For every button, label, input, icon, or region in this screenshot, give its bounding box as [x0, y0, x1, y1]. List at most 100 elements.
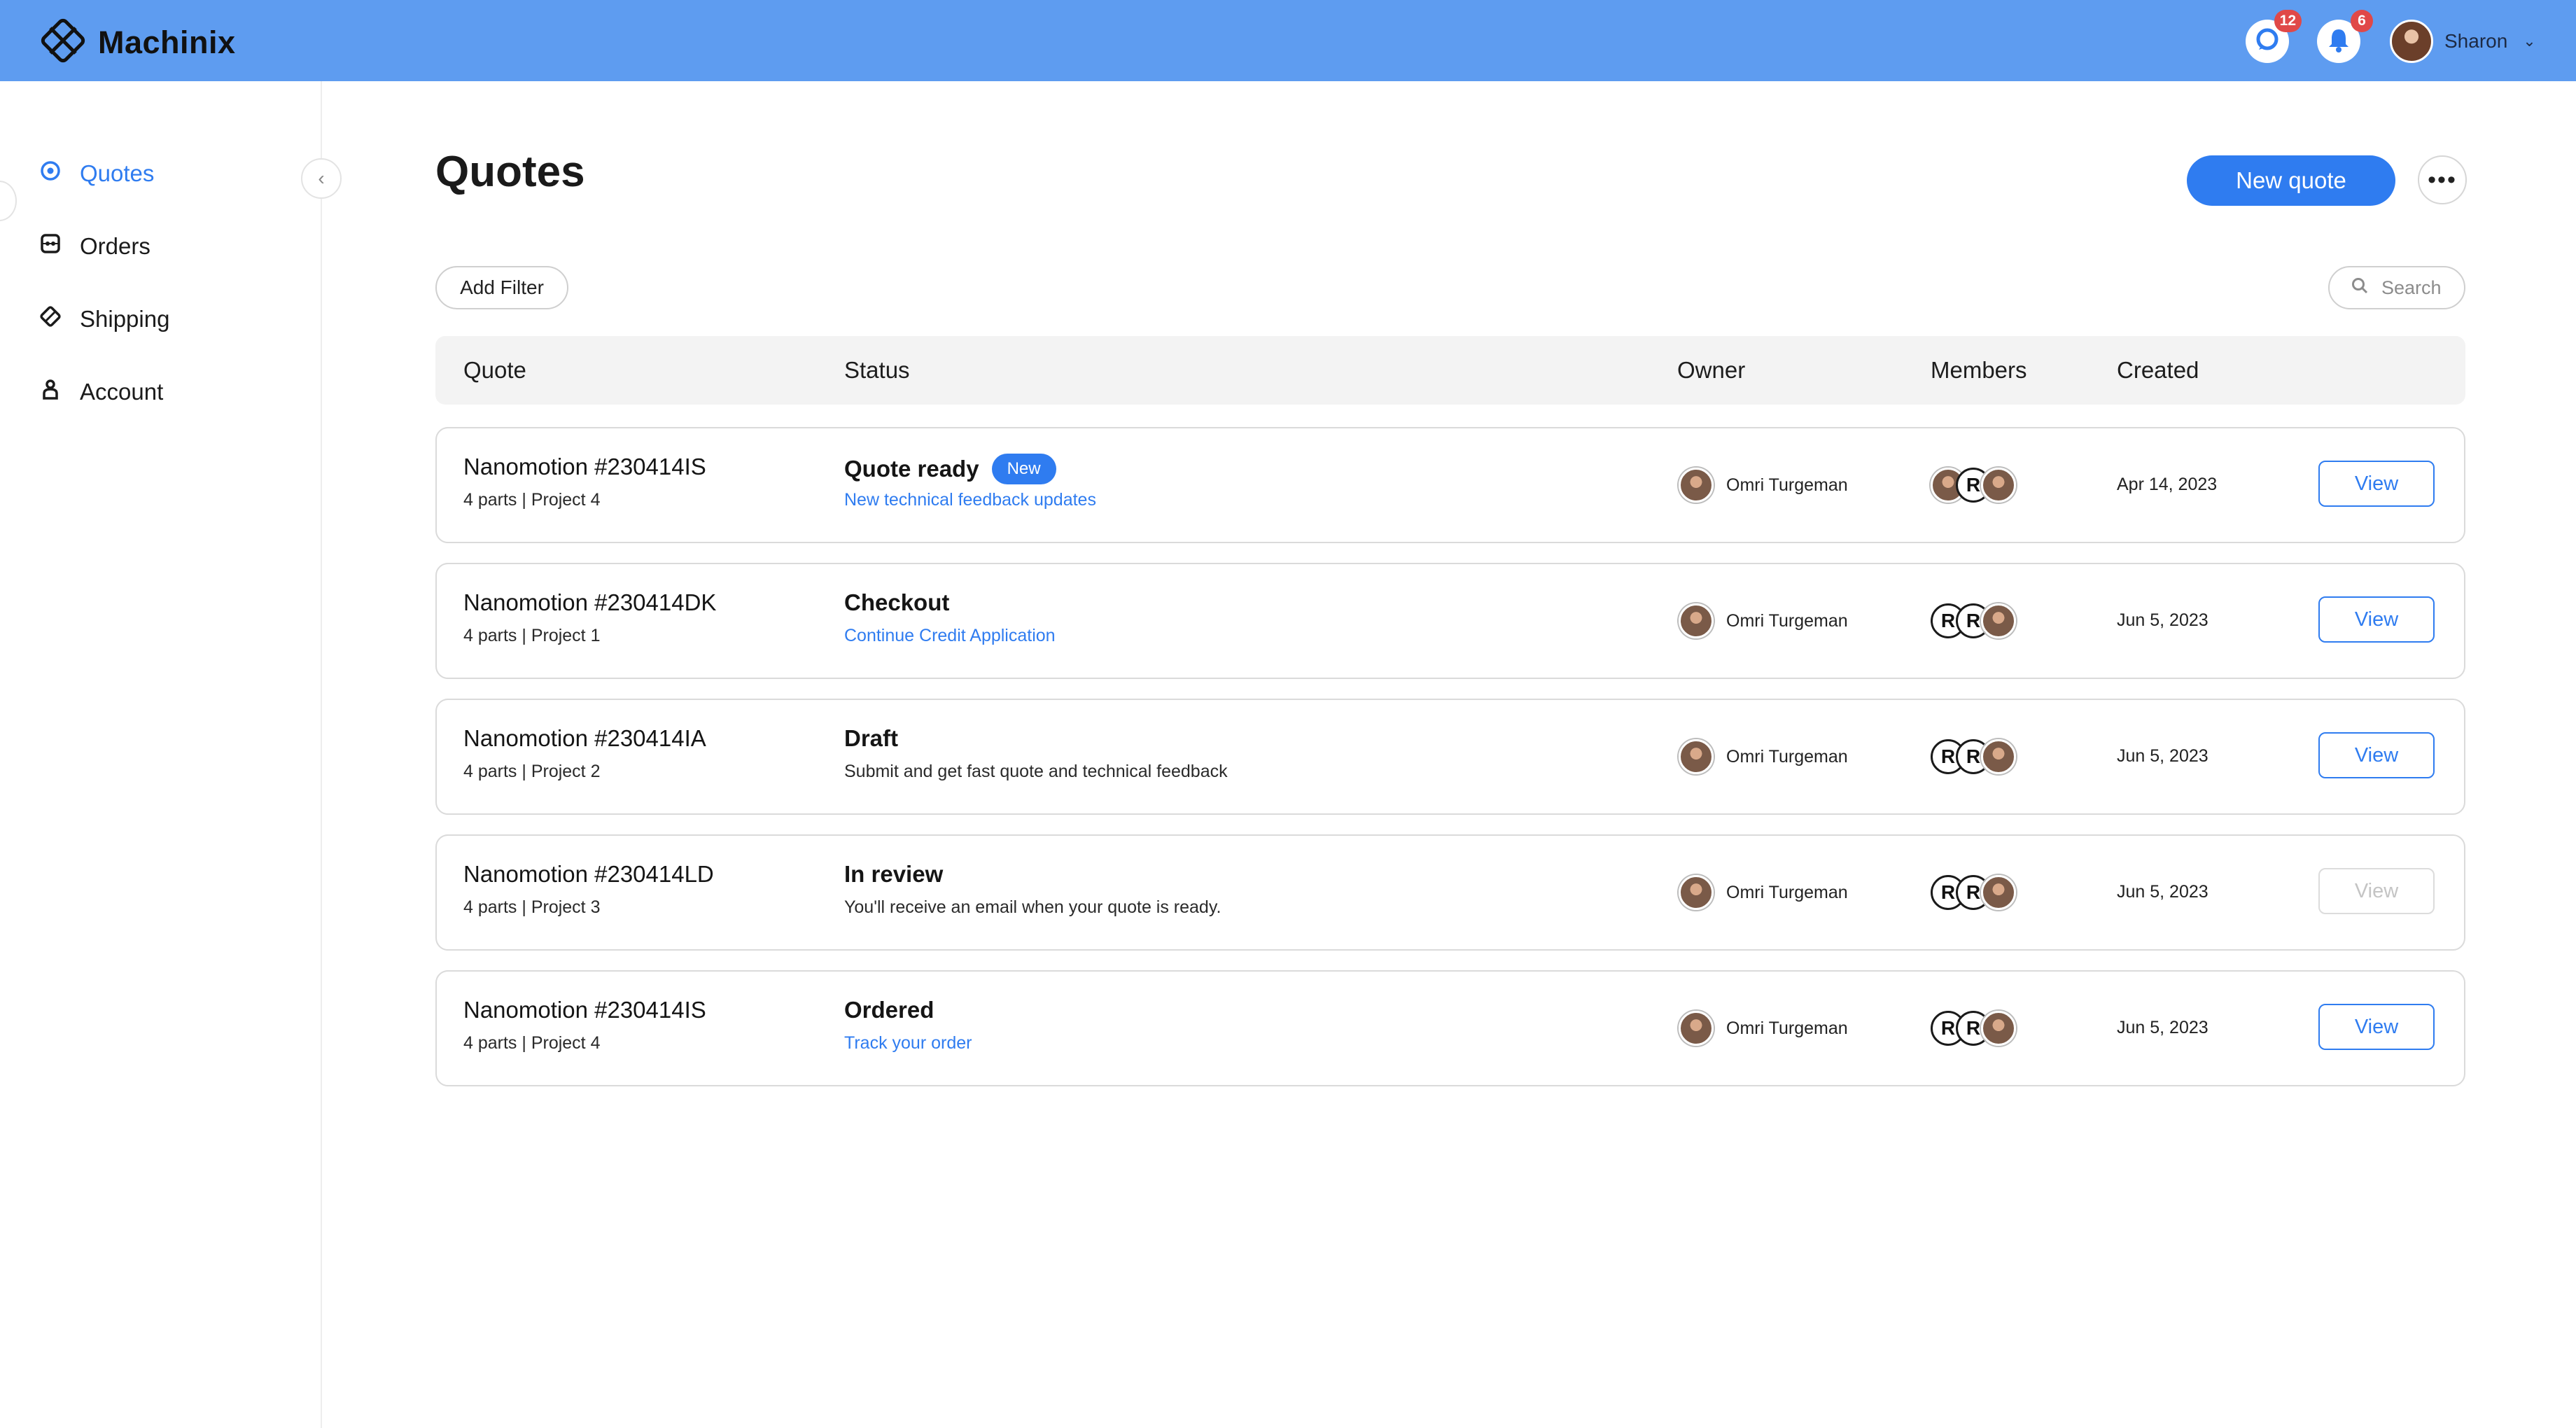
brand-name: Machinix — [98, 24, 236, 60]
avatar — [1679, 739, 1714, 774]
created-date: Apr 14, 2023 — [2117, 475, 2218, 494]
status-title: Quote ready New — [844, 454, 1056, 484]
avatar — [1981, 739, 2016, 774]
sidebar-edge-handle[interactable] — [0, 181, 17, 221]
status-label: In review — [844, 861, 944, 887]
status-badge: New — [991, 454, 1056, 484]
search-icon — [2351, 276, 2369, 300]
owner: Omri Turgeman — [1679, 875, 1848, 910]
sidebar-item-label: Quotes — [80, 160, 155, 186]
messages-button[interactable]: 12 — [2246, 10, 2302, 63]
chevron-down-icon: ⌄ — [2523, 32, 2536, 50]
avatar — [1679, 1011, 1714, 1046]
owner-name: Omri Turgeman — [1726, 1018, 1848, 1038]
owner-name: Omri Turgeman — [1726, 746, 1848, 766]
sidebar-item-orders[interactable]: Orders — [39, 232, 150, 260]
target-icon — [39, 160, 62, 188]
created-date: Jun 5, 2023 — [2117, 882, 2208, 902]
column-header-owner: Owner — [1677, 357, 1746, 383]
column-header-status: Status — [844, 357, 910, 383]
avatar — [1981, 875, 2016, 910]
quote-details: 4 parts | Project 4 — [463, 1033, 601, 1053]
sidebar-item-quotes[interactable]: Quotes — [39, 160, 154, 188]
status-link[interactable]: New technical feedback updates — [844, 490, 1096, 510]
members-avatars: R R — [1931, 603, 2016, 638]
shipping-icon — [39, 305, 62, 333]
column-header-created: Created — [2117, 357, 2199, 383]
column-header-quote: Quote — [463, 357, 526, 383]
owner: Omri Turgeman — [1679, 468, 1848, 503]
view-button[interactable]: View — [2318, 1004, 2435, 1050]
ellipsis-icon: ••• — [2428, 166, 2457, 193]
status-label: Quote ready — [844, 456, 979, 482]
table-row: Nanomotion #230414IA 4 parts | Project 2… — [435, 699, 2465, 815]
members-avatars: R R — [1931, 1011, 2016, 1046]
status-description: Submit and get fast quote and technical … — [844, 762, 1228, 781]
status-link[interactable]: Track your order — [844, 1033, 972, 1054]
owner: Omri Turgeman — [1679, 1011, 1848, 1046]
status-label: Checkout — [844, 589, 950, 615]
status-label: Draft — [844, 725, 899, 751]
machinix-logo-icon — [41, 18, 85, 66]
view-button[interactable]: View — [2318, 596, 2435, 643]
search-input[interactable]: Search — [2328, 266, 2465, 309]
members-avatars: R R — [1931, 875, 2016, 910]
avatar — [1981, 603, 2016, 638]
status-link[interactable]: Continue Credit Application — [844, 626, 1056, 646]
table-row: Nanomotion #230414IS 4 parts | Project 4… — [435, 427, 2465, 543]
members-avatars: R R — [1931, 739, 2016, 774]
owner: Omri Turgeman — [1679, 603, 1848, 638]
brand[interactable]: Machinix — [41, 18, 236, 66]
status-title: Ordered — [844, 997, 934, 1023]
quote-details: 4 parts | Project 2 — [463, 762, 601, 781]
add-filter-button[interactable]: Add Filter — [435, 266, 568, 309]
view-button: View — [2318, 868, 2435, 914]
sidebar: Quotes Orders Shipping Account ‹ — [0, 81, 342, 1428]
new-quote-button[interactable]: New quote — [2187, 155, 2395, 206]
notifications-button[interactable]: 6 — [2317, 10, 2373, 63]
sidebar-item-label: Account — [80, 379, 164, 405]
view-button[interactable]: View — [2318, 461, 2435, 507]
quote-name: Nanomotion #230414IA — [463, 725, 706, 751]
created-date: Jun 5, 2023 — [2117, 610, 2208, 630]
avatar — [1679, 468, 1714, 503]
status-title: In review — [844, 861, 943, 888]
created-date: Jun 5, 2023 — [2117, 1018, 2208, 1037]
owner-name: Omri Turgeman — [1726, 475, 1848, 495]
status-title: Checkout — [844, 589, 949, 616]
orders-icon — [39, 232, 62, 260]
avatar — [1981, 1011, 2016, 1046]
messages-count-badge: 12 — [2274, 10, 2302, 32]
avatar — [1679, 875, 1714, 910]
user-menu[interactable]: Sharon ⌄ — [2390, 20, 2536, 63]
members-avatars: R — [1931, 468, 2016, 503]
quote-details: 4 parts | Project 4 — [463, 490, 601, 510]
status-title: Draft — [844, 725, 898, 752]
avatar — [1679, 603, 1714, 638]
quote-details: 4 parts | Project 3 — [463, 897, 601, 917]
status-label: Ordered — [844, 997, 934, 1023]
sidebar-item-account[interactable]: Account — [39, 378, 163, 406]
page-title: Quotes — [435, 148, 585, 196]
status-description: You'll receive an email when your quote … — [844, 897, 1222, 917]
top-header: Machinix 12 6 Sharon ⌄ — [0, 0, 2576, 81]
quote-name: Nanomotion #230414IS — [463, 997, 706, 1023]
column-header-members: Members — [1931, 357, 2027, 383]
collapse-sidebar-button[interactable]: ‹ — [301, 158, 342, 199]
table-row: Nanomotion #230414IS 4 parts | Project 4… — [435, 970, 2465, 1086]
quote-name: Nanomotion #230414IS — [463, 454, 706, 479]
chevron-left-icon: ‹ — [318, 167, 325, 189]
chat-bubble-icon — [2253, 26, 2281, 57]
person-icon — [39, 378, 62, 406]
sidebar-item-shipping[interactable]: Shipping — [39, 305, 169, 333]
quote-name: Nanomotion #230414DK — [463, 589, 717, 615]
more-options-button[interactable]: ••• — [2418, 155, 2467, 204]
avatar — [1981, 468, 2016, 503]
view-button[interactable]: View — [2318, 732, 2435, 778]
table-row: Nanomotion #230414LD 4 parts | Project 3… — [435, 834, 2465, 951]
quote-name: Nanomotion #230414LD — [463, 861, 714, 887]
owner-name: Omri Turgeman — [1726, 610, 1848, 631]
sidebar-item-label: Orders — [80, 233, 150, 259]
table-row: Nanomotion #230414DK 4 parts | Project 1… — [435, 563, 2465, 679]
bell-icon — [2325, 26, 2353, 57]
